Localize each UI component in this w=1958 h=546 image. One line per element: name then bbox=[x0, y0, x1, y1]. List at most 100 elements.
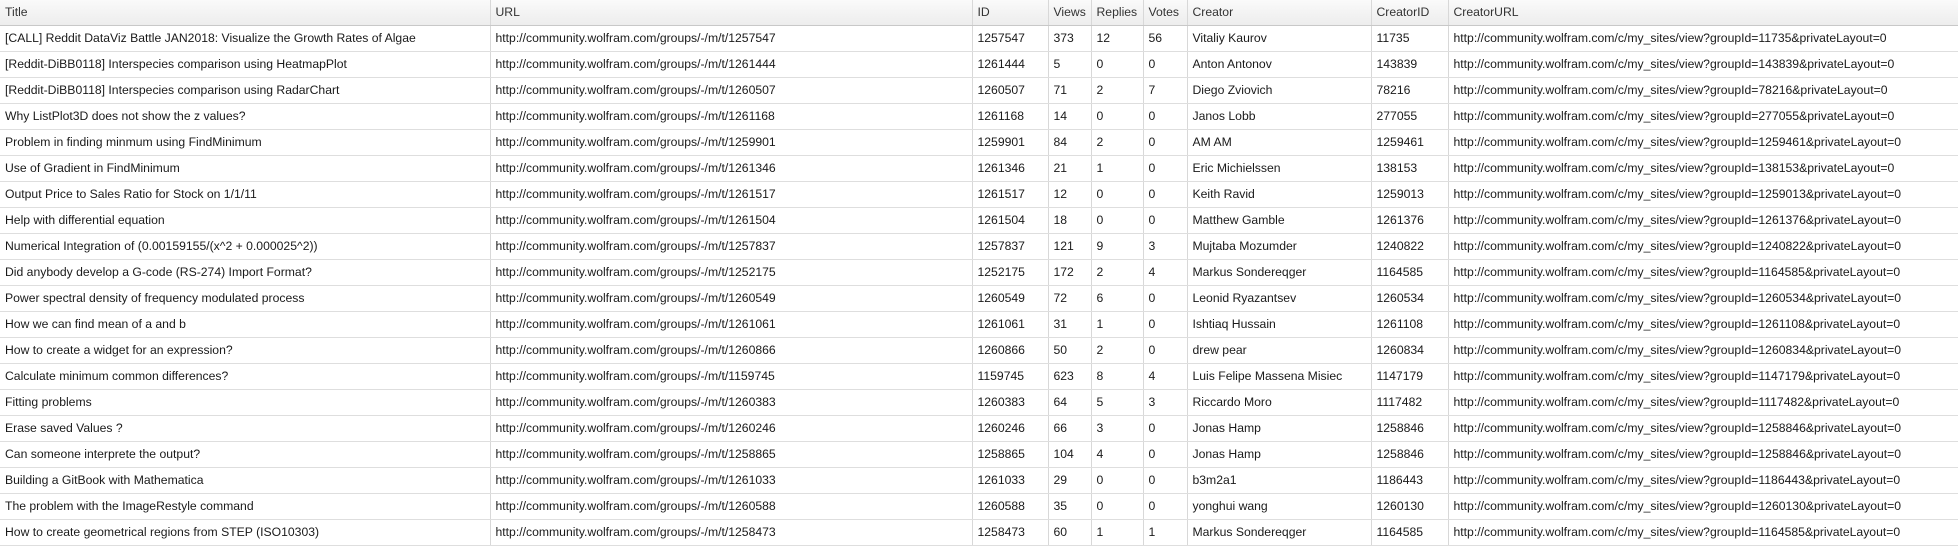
cell-votes[interactable]: 0 bbox=[1143, 337, 1188, 364]
cell-url[interactable]: http://community.wolfram.com/groups/-/m/… bbox=[490, 467, 973, 494]
cell-votes[interactable]: 4 bbox=[1143, 259, 1188, 286]
cell-creator[interactable]: Janos Lobb bbox=[1187, 103, 1372, 130]
cell-votes[interactable]: 0 bbox=[1143, 181, 1188, 208]
cell-creator[interactable]: Leonid Ryazantsev bbox=[1187, 285, 1372, 312]
cell-creator[interactable]: Vitaliy Kaurov bbox=[1187, 25, 1372, 52]
cell-id[interactable]: 1261168 bbox=[972, 103, 1049, 130]
cell-votes[interactable]: 0 bbox=[1143, 103, 1188, 130]
cell-views[interactable]: 64 bbox=[1048, 389, 1092, 416]
cell-votes[interactable]: 3 bbox=[1143, 389, 1188, 416]
cell-id[interactable]: 1258865 bbox=[972, 441, 1049, 468]
cell-views[interactable]: 29 bbox=[1048, 467, 1092, 494]
cell-creatorid[interactable]: 1259461 bbox=[1371, 129, 1449, 156]
cell-votes[interactable]: 3 bbox=[1143, 233, 1188, 260]
cell-creator[interactable]: Ishtiaq Hussain bbox=[1187, 311, 1372, 338]
cell-id[interactable]: 1260246 bbox=[972, 415, 1049, 442]
cell-votes[interactable]: 0 bbox=[1143, 441, 1188, 468]
cell-creator[interactable]: Jonas Hamp bbox=[1187, 415, 1372, 442]
cell-views[interactable]: 18 bbox=[1048, 207, 1092, 234]
cell-views[interactable]: 72 bbox=[1048, 285, 1092, 312]
cell-title[interactable]: How to create a widget for an expression… bbox=[0, 337, 491, 364]
column-header-views[interactable]: Views bbox=[1048, 0, 1092, 26]
cell-id[interactable]: 1261504 bbox=[972, 207, 1049, 234]
cell-creatorid[interactable]: 1260130 bbox=[1371, 493, 1449, 520]
cell-views[interactable]: 31 bbox=[1048, 311, 1092, 338]
column-header-replies[interactable]: Replies bbox=[1091, 0, 1144, 26]
cell-title[interactable]: Numerical Integration of (0.00159155/(x^… bbox=[0, 233, 491, 260]
cell-title[interactable]: Erase saved Values ? bbox=[0, 415, 491, 442]
cell-replies[interactable]: 8 bbox=[1091, 363, 1144, 390]
cell-replies[interactable]: 0 bbox=[1091, 493, 1144, 520]
table-row[interactable]: How we can find mean of a and b http://co… bbox=[0, 311, 1958, 338]
cell-id[interactable]: 1260588 bbox=[972, 493, 1049, 520]
cell-views[interactable]: 84 bbox=[1048, 129, 1092, 156]
cell-creatorid[interactable]: 1258846 bbox=[1371, 415, 1449, 442]
cell-creatorurl[interactable]: http://community.wolfram.com/c/my_sites/… bbox=[1448, 103, 1958, 130]
table-row[interactable]: Problem in finding minmum using FindMini… bbox=[0, 129, 1958, 156]
column-header-title[interactable]: Title bbox=[0, 0, 491, 26]
cell-creatorurl[interactable]: http://community.wolfram.com/c/my_sites/… bbox=[1448, 337, 1958, 364]
cell-votes[interactable]: 0 bbox=[1143, 311, 1188, 338]
cell-url[interactable]: http://community.wolfram.com/groups/-/m/… bbox=[490, 129, 973, 156]
cell-creatorurl[interactable]: http://community.wolfram.com/c/my_sites/… bbox=[1448, 181, 1958, 208]
cell-creator[interactable]: AM AM bbox=[1187, 129, 1372, 156]
cell-id[interactable]: 1260549 bbox=[972, 285, 1049, 312]
table-row[interactable]: Calculate minimum common differences? htt… bbox=[0, 363, 1958, 390]
cell-votes[interactable]: 0 bbox=[1143, 129, 1188, 156]
cell-title[interactable]: Can someone interprete the output? bbox=[0, 441, 491, 468]
cell-creatorurl[interactable]: http://community.wolfram.com/c/my_sites/… bbox=[1448, 311, 1958, 338]
cell-creatorid[interactable]: 1258846 bbox=[1371, 441, 1449, 468]
cell-creatorurl[interactable]: http://community.wolfram.com/c/my_sites/… bbox=[1448, 415, 1958, 442]
cell-votes[interactable]: 0 bbox=[1143, 467, 1188, 494]
cell-votes[interactable]: 0 bbox=[1143, 51, 1188, 78]
cell-creator[interactable]: b3m2a1 bbox=[1187, 467, 1372, 494]
cell-replies[interactable]: 2 bbox=[1091, 259, 1144, 286]
cell-votes[interactable]: 7 bbox=[1143, 77, 1188, 104]
cell-replies[interactable]: 0 bbox=[1091, 181, 1144, 208]
cell-views[interactable]: 50 bbox=[1048, 337, 1092, 364]
cell-title[interactable]: Fitting problems bbox=[0, 389, 491, 416]
cell-url[interactable]: http://community.wolfram.com/groups/-/m/… bbox=[490, 285, 973, 312]
table-row[interactable]: The problem with the ImageRestyle comman… bbox=[0, 493, 1958, 520]
cell-votes[interactable]: 4 bbox=[1143, 363, 1188, 390]
cell-replies[interactable]: 6 bbox=[1091, 285, 1144, 312]
cell-views[interactable]: 121 bbox=[1048, 233, 1092, 260]
cell-url[interactable]: http://community.wolfram.com/groups/-/m/… bbox=[490, 363, 973, 390]
cell-title[interactable]: Help with differential equation bbox=[0, 207, 491, 234]
cell-title[interactable]: Use of Gradient in FindMinimum bbox=[0, 155, 491, 182]
table-row[interactable]: Numerical Integration of (0.00159155/(x^… bbox=[0, 233, 1958, 260]
column-header-url[interactable]: URL bbox=[490, 0, 973, 26]
cell-creatorid[interactable]: 1186443 bbox=[1371, 467, 1449, 494]
cell-creatorid[interactable]: 1259013 bbox=[1371, 181, 1449, 208]
table-row[interactable]: Erase saved Values ? http://community.wol… bbox=[0, 415, 1958, 442]
cell-replies[interactable]: 2 bbox=[1091, 129, 1144, 156]
column-header-creatorid[interactable]: CreatorID bbox=[1371, 0, 1449, 26]
cell-creatorid[interactable]: 1147179 bbox=[1371, 363, 1449, 390]
cell-creatorid[interactable]: 1240822 bbox=[1371, 233, 1449, 260]
cell-replies[interactable]: 1 bbox=[1091, 155, 1144, 182]
cell-id[interactable]: 1252175 bbox=[972, 259, 1049, 286]
table-row[interactable]: How to create a widget for an expression… bbox=[0, 337, 1958, 364]
cell-creatorurl[interactable]: http://community.wolfram.com/c/my_sites/… bbox=[1448, 441, 1958, 468]
table-row[interactable]: [Reddit-DiBB0118] Interspecies compariso… bbox=[0, 77, 1958, 104]
cell-id[interactable]: 1260383 bbox=[972, 389, 1049, 416]
cell-views[interactable]: 12 bbox=[1048, 181, 1092, 208]
cell-creator[interactable]: Mujtaba Mozumder bbox=[1187, 233, 1372, 260]
cell-url[interactable]: http://community.wolfram.com/groups/-/m/… bbox=[490, 155, 973, 182]
cell-views[interactable]: 14 bbox=[1048, 103, 1092, 130]
table-row[interactable]: [Reddit-DiBB0118] Interspecies compariso… bbox=[0, 51, 1958, 78]
cell-creatorid[interactable]: 1164585 bbox=[1371, 259, 1449, 286]
cell-creator[interactable]: Anton Antonov bbox=[1187, 51, 1372, 78]
table-row[interactable]: Why ListPlot3D does not show the z value… bbox=[0, 103, 1958, 130]
cell-replies[interactable]: 0 bbox=[1091, 467, 1144, 494]
cell-url[interactable]: http://community.wolfram.com/groups/-/m/… bbox=[490, 51, 973, 78]
column-header-votes[interactable]: Votes bbox=[1143, 0, 1188, 26]
cell-url[interactable]: http://community.wolfram.com/groups/-/m/… bbox=[490, 337, 973, 364]
cell-votes[interactable]: 0 bbox=[1143, 493, 1188, 520]
cell-creator[interactable]: Riccardo Moro bbox=[1187, 389, 1372, 416]
cell-votes[interactable]: 0 bbox=[1143, 285, 1188, 312]
cell-id[interactable]: 1260866 bbox=[972, 337, 1049, 364]
cell-creatorurl[interactable]: http://community.wolfram.com/c/my_sites/… bbox=[1448, 259, 1958, 286]
cell-id[interactable]: 1259901 bbox=[972, 129, 1049, 156]
cell-creatorid[interactable]: 138153 bbox=[1371, 155, 1449, 182]
